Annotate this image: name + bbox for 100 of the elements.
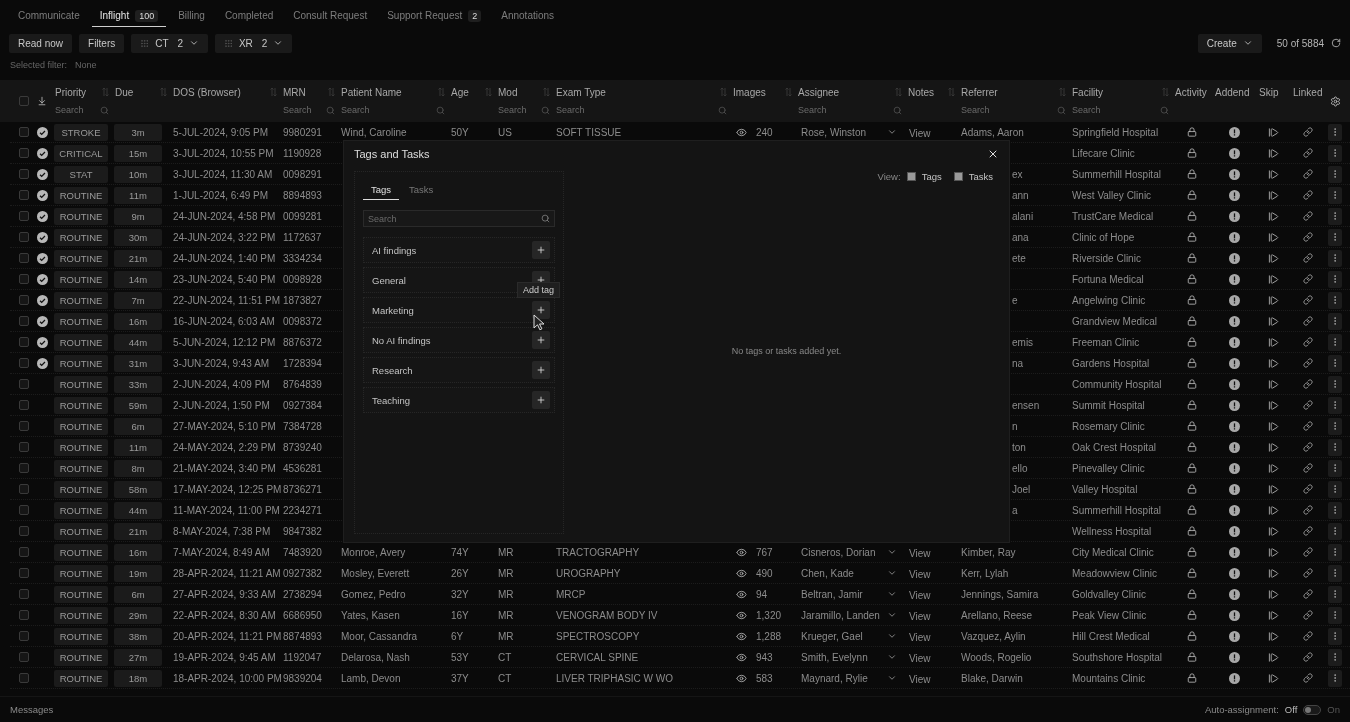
lock-icon[interactable] — [1187, 400, 1197, 410]
skip-icon[interactable] — [1267, 357, 1279, 369]
row-checkbox[interactable] — [19, 148, 29, 158]
row-checkbox[interactable] — [19, 568, 29, 578]
tag-item[interactable]: No AI findings — [363, 327, 555, 353]
more-button[interactable] — [1328, 606, 1342, 624]
nav-tab[interactable]: Inflight 100 — [91, 5, 167, 27]
more-button[interactable] — [1328, 207, 1342, 225]
row-checkbox[interactable] — [19, 652, 29, 662]
skip-icon[interactable] — [1267, 441, 1279, 453]
chevron-icon[interactable] — [887, 547, 897, 557]
alert-icon[interactable] — [1228, 672, 1240, 684]
link-icon[interactable] — [1302, 400, 1313, 410]
skip-icon[interactable] — [1267, 651, 1279, 663]
more-button[interactable] — [1328, 270, 1342, 288]
row-checkbox[interactable] — [19, 631, 29, 641]
more-button[interactable] — [1328, 585, 1342, 603]
auto-assignment-toggle[interactable] — [1303, 704, 1322, 715]
add-tag-button[interactable] — [532, 361, 550, 379]
row-checkbox[interactable] — [19, 379, 29, 389]
row-checkbox[interactable] — [19, 295, 29, 305]
alert-icon[interactable] — [1228, 504, 1240, 516]
row-checkbox[interactable] — [19, 610, 29, 620]
nav-tab[interactable]: Billing — [170, 5, 213, 27]
more-button[interactable] — [1328, 438, 1342, 456]
column-search-field[interactable]: Search — [798, 105, 893, 115]
alert-icon[interactable] — [1228, 378, 1240, 390]
lock-icon[interactable] — [1187, 232, 1197, 242]
alert-icon[interactable] — [1228, 357, 1240, 369]
link-icon[interactable] — [1302, 526, 1313, 536]
link-icon[interactable] — [1302, 484, 1313, 494]
more-button[interactable] — [1328, 165, 1342, 183]
lock-icon[interactable] — [1187, 589, 1197, 599]
add-tag-button[interactable] — [532, 241, 550, 259]
skip-icon[interactable] — [1267, 189, 1279, 201]
lock-icon[interactable] — [1187, 295, 1197, 305]
link-icon[interactable] — [1302, 442, 1313, 452]
more-button[interactable] — [1328, 459, 1342, 477]
column-search-field[interactable]: Search — [556, 105, 718, 115]
more-button[interactable] — [1328, 249, 1342, 267]
more-button[interactable] — [1328, 375, 1342, 393]
lock-icon[interactable] — [1187, 253, 1197, 263]
lock-icon[interactable] — [1187, 211, 1197, 221]
skip-icon[interactable] — [1267, 252, 1279, 264]
eye-icon[interactable] — [736, 672, 747, 684]
more-button[interactable] — [1328, 543, 1342, 561]
row-checkbox[interactable] — [19, 358, 29, 368]
view-link[interactable]: View — [905, 128, 931, 139]
chevron-icon[interactable] — [887, 673, 897, 683]
link-icon[interactable] — [1302, 127, 1313, 137]
toolbar-button[interactable]: Read now — [9, 33, 73, 53]
view-link[interactable]: View — [905, 653, 931, 664]
nav-tab[interactable]: Completed — [216, 5, 282, 27]
column-search-field[interactable]: Search — [1072, 105, 1160, 115]
alert-icon[interactable] — [1228, 252, 1240, 264]
nav-tab[interactable]: Communicate — [10, 5, 88, 27]
link-icon[interactable] — [1302, 169, 1313, 179]
column-search-field[interactable]: Search — [498, 105, 541, 115]
alert-icon[interactable] — [1228, 609, 1240, 621]
column-search-field[interactable]: Search — [55, 105, 100, 115]
link-icon[interactable] — [1302, 610, 1313, 620]
skip-icon[interactable] — [1267, 483, 1279, 495]
skip-icon[interactable] — [1267, 504, 1279, 516]
modality-dropdown[interactable]: CT 2 — [131, 33, 208, 53]
column-search-field[interactable]: Search — [341, 105, 436, 115]
row-checkbox[interactable] — [19, 253, 29, 263]
messages-label[interactable]: Messages — [10, 704, 54, 715]
more-button[interactable] — [1328, 123, 1342, 141]
link-icon[interactable] — [1302, 547, 1313, 557]
chevron-icon[interactable] — [887, 589, 897, 599]
link-icon[interactable] — [1302, 358, 1313, 368]
more-button[interactable] — [1328, 186, 1342, 204]
alert-icon[interactable] — [1228, 567, 1240, 579]
link-icon[interactable] — [1302, 253, 1313, 263]
lock-icon[interactable] — [1187, 568, 1197, 578]
more-button[interactable] — [1328, 522, 1342, 540]
link-icon[interactable] — [1302, 190, 1313, 200]
alert-icon[interactable] — [1228, 588, 1240, 600]
skip-icon[interactable] — [1267, 294, 1279, 306]
column-search-field[interactable]: Search — [961, 105, 1057, 115]
alert-icon[interactable] — [1228, 525, 1240, 537]
skip-icon[interactable] — [1267, 462, 1279, 474]
alert-icon[interactable] — [1228, 420, 1240, 432]
skip-icon[interactable] — [1267, 231, 1279, 243]
add-tag-button[interactable] — [532, 391, 550, 409]
add-tag-button[interactable] — [532, 301, 550, 319]
link-icon[interactable] — [1302, 589, 1313, 599]
view-link[interactable]: View — [905, 632, 931, 643]
row-checkbox[interactable] — [19, 232, 29, 242]
eye-icon[interactable] — [736, 630, 747, 642]
link-icon[interactable] — [1302, 148, 1313, 158]
tag-item[interactable]: AI findings — [363, 237, 555, 263]
lock-icon[interactable] — [1187, 379, 1197, 389]
row-checkbox[interactable] — [19, 526, 29, 536]
skip-icon[interactable] — [1267, 567, 1279, 579]
lock-icon[interactable] — [1187, 337, 1197, 347]
view-link[interactable]: View — [905, 674, 931, 685]
row-checkbox[interactable] — [19, 463, 29, 473]
alert-icon[interactable] — [1228, 231, 1240, 243]
refresh-icon[interactable] — [1331, 38, 1341, 48]
